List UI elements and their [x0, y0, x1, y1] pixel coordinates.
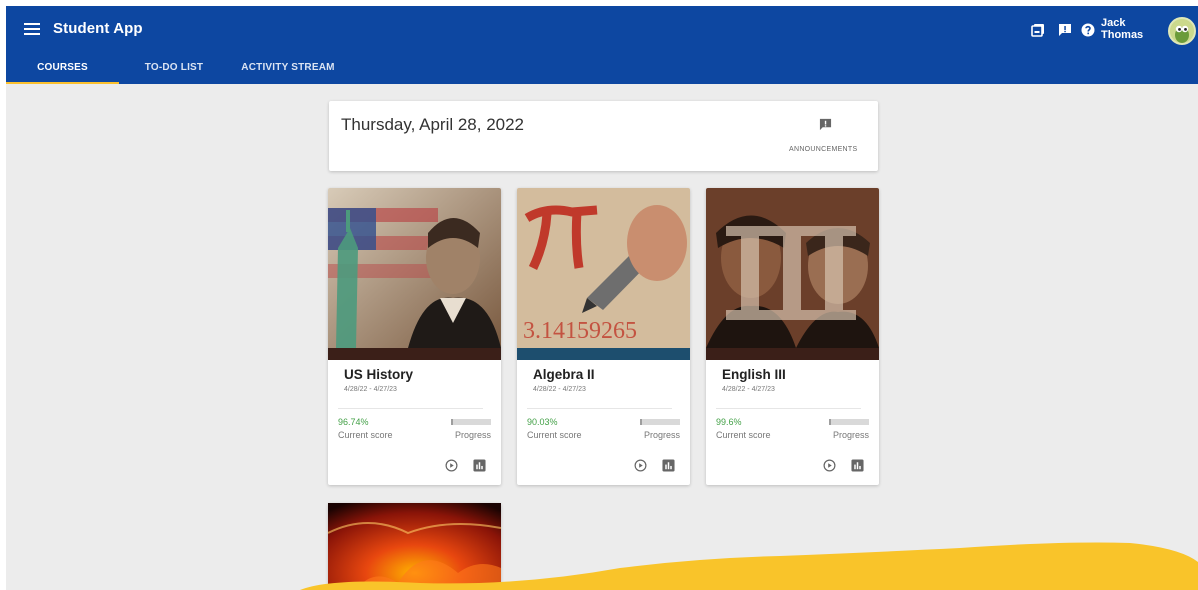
decorative-yellow-wave [300, 542, 1198, 590]
